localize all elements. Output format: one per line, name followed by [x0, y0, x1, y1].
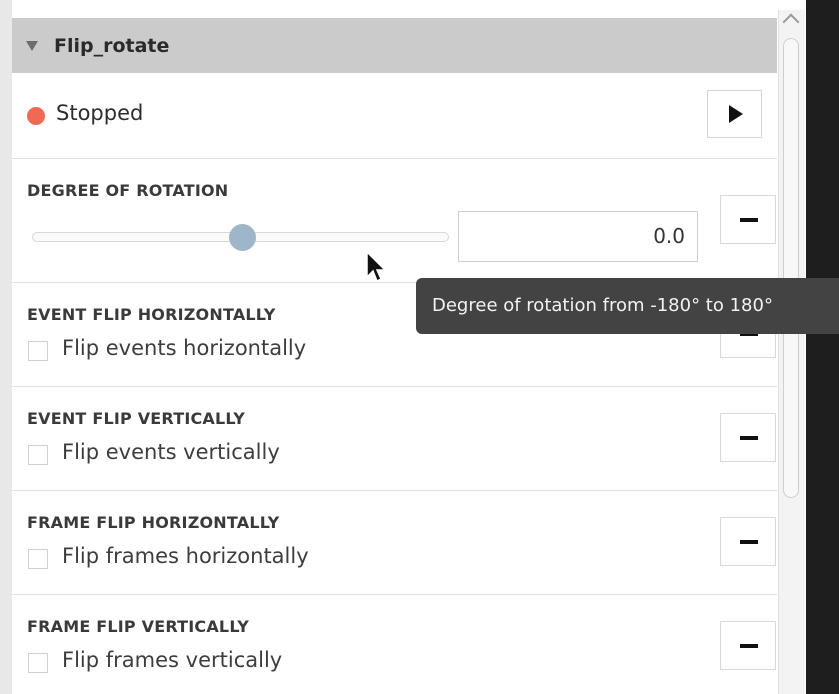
param-label: EVENT FLIP VERTICALLY: [27, 409, 246, 428]
rotation-tooltip: Degree of rotation from -180° to 180°: [416, 278, 839, 334]
play-button[interactable]: [707, 90, 762, 138]
param-row-frame-flip-vertically: FRAME FLIP VERTICALLY Flip frames vertic…: [12, 595, 777, 694]
rotation-value-input[interactable]: 0.0: [458, 211, 698, 262]
param-label: FRAME FLIP HORIZONTALLY: [27, 513, 280, 532]
remove-param-button[interactable]: [720, 621, 776, 670]
collapse-arrow-icon[interactable]: [26, 40, 38, 51]
rotation-slider-thumb[interactable]: [229, 224, 256, 251]
status-row: Stopped: [12, 73, 777, 159]
checkbox-label: Flip frames vertically: [62, 648, 283, 672]
param-row-frame-flip-horizontally: FRAME FLIP HORIZONTALLY Flip frames hori…: [12, 491, 777, 595]
param-label: FRAME FLIP VERTICALLY: [27, 617, 250, 636]
flip-events-vertically-checkbox[interactable]: [28, 445, 48, 465]
flip-frames-vertically-checkbox[interactable]: [28, 653, 48, 673]
mouse-cursor-icon: [366, 250, 387, 283]
panel-left-border: [0, 0, 12, 694]
checkbox-label: Flip events vertically: [62, 440, 280, 464]
module-title: Flip_rotate: [54, 34, 170, 57]
checkbox-label: Flip frames horizontally: [62, 544, 309, 568]
param-row-event-flip-vertically: EVENT FLIP VERTICALLY Flip events vertic…: [12, 387, 777, 491]
minus-icon: [740, 218, 758, 222]
scrollbar-thumb[interactable]: [783, 38, 799, 498]
scroll-up-arrow-icon[interactable]: [782, 13, 800, 31]
remove-param-button[interactable]: [720, 413, 776, 462]
flip-events-horizontally-checkbox[interactable]: [28, 341, 48, 361]
minus-icon: [740, 436, 758, 440]
module-panel: Flip_rotate Stopped DEGREE OF ROTATION 0…: [0, 0, 806, 694]
minus-icon: [740, 540, 758, 544]
module-header[interactable]: Flip_rotate: [12, 18, 777, 73]
play-icon: [729, 105, 743, 123]
remove-param-button[interactable]: [720, 517, 776, 566]
status-dot-icon: [27, 107, 45, 125]
param-label: DEGREE OF ROTATION: [27, 181, 229, 200]
param-row-degree-of-rotation: DEGREE OF ROTATION 0.0: [12, 159, 777, 283]
param-label: EVENT FLIP HORIZONTALLY: [27, 305, 276, 324]
minus-icon: [740, 644, 758, 648]
checkbox-label: Flip events horizontally: [62, 336, 307, 360]
status-text: Stopped: [56, 101, 144, 125]
flip-frames-horizontally-checkbox[interactable]: [28, 549, 48, 569]
remove-param-button[interactable]: [720, 195, 776, 244]
vertical-scrollbar[interactable]: [778, 10, 805, 694]
